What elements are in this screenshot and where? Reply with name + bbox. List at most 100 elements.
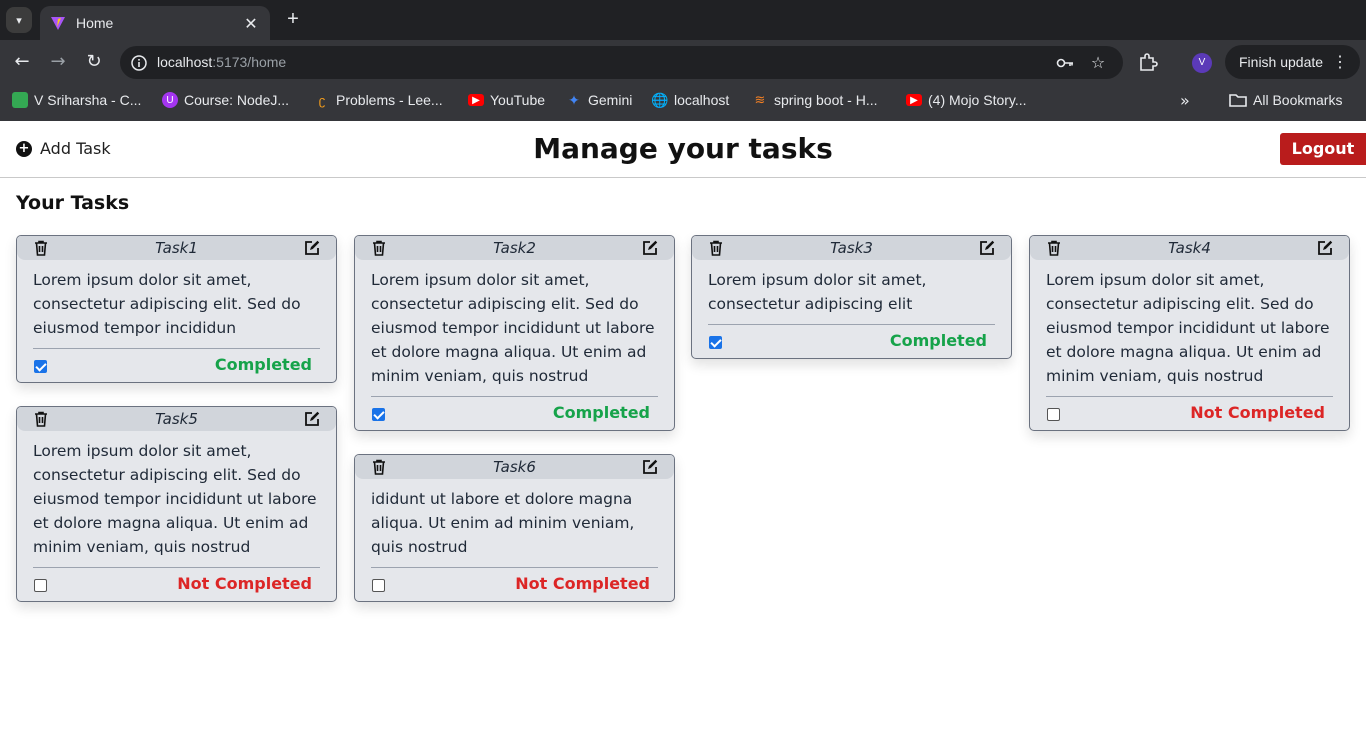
bookmark-item[interactable]: U Course: NodeJ...	[162, 92, 289, 108]
bookmark-label: Gemini	[588, 92, 633, 108]
active-tab[interactable]: Home ✕	[40, 6, 270, 40]
browser-toolbar: ← → ↻ localhost:5173/home ☆	[0, 40, 1366, 84]
bookmark-label: localhost	[674, 92, 730, 108]
edit-icon[interactable]	[304, 240, 320, 256]
close-icon[interactable]: ✕	[242, 14, 260, 33]
edit-icon[interactable]	[642, 459, 658, 475]
task-card-footer: Completed	[33, 348, 320, 382]
task-title: Task4	[1168, 239, 1211, 257]
vite-icon	[51, 17, 65, 30]
task-card: Task1 Lorem ipsum dolor sit amet, consec…	[16, 235, 337, 383]
task-card: Task6 ididunt ut labore et dolore magna …	[354, 454, 675, 602]
all-bookmarks-button[interactable]: All Bookmarks	[1229, 92, 1342, 108]
task-description: Lorem ipsum dolor sit amet, consectetur …	[33, 442, 317, 556]
task-card: Task4 Lorem ipsum dolor sit amet, consec…	[1029, 235, 1350, 431]
url-host: localhost	[157, 54, 213, 70]
task-card-footer: Completed	[371, 396, 658, 430]
edit-icon[interactable]	[642, 240, 658, 256]
task-card-header: Task4	[1030, 236, 1349, 260]
bookmark-label: spring boot - H...	[774, 92, 878, 108]
bookmark-item[interactable]: ✦ Gemini	[566, 91, 633, 109]
folder-icon	[1229, 94, 1247, 107]
leetcode-icon: ʗ	[318, 92, 326, 108]
star-icon[interactable]: ☆	[1088, 53, 1108, 73]
url-path: :5173/home	[212, 54, 287, 70]
task-card-footer: Not Completed	[33, 567, 320, 601]
page-title: Manage your tasks	[533, 132, 833, 165]
bookmark-item[interactable]: ʗ Problems - Lee...	[314, 92, 443, 108]
more-vert-icon[interactable]: ⋮	[1332, 52, 1348, 72]
forward-arrow-icon[interactable]: →	[46, 50, 70, 74]
edit-icon[interactable]	[1317, 240, 1333, 256]
finish-update-label: Finish update	[1239, 54, 1324, 70]
task-card: Task3 Lorem ipsum dolor sit amet, consec…	[691, 235, 1012, 359]
task-card-header: Task3	[692, 236, 1011, 260]
logout-button[interactable]: Logout	[1280, 133, 1366, 165]
task-status: Completed	[214, 355, 312, 374]
tab-title: Home	[76, 15, 114, 31]
edit-icon[interactable]	[304, 411, 320, 427]
chat-icon	[12, 92, 28, 108]
address-bar[interactable]: localhost:5173/home ☆	[120, 46, 1123, 79]
task-checkbox[interactable]	[1047, 408, 1060, 421]
edit-icon[interactable]	[979, 240, 995, 256]
task-card: Task5 Lorem ipsum dolor sit amet, consec…	[16, 406, 337, 602]
task-card-header: Task6	[355, 455, 674, 479]
tab-strip: ▾ Home ✕ +	[0, 0, 1366, 40]
add-task-button[interactable]: + Add Task	[16, 139, 111, 158]
task-status: Not Completed	[515, 574, 650, 593]
task-description: Lorem ipsum dolor sit amet, consectetur …	[371, 271, 655, 385]
task-title: Task5	[155, 410, 198, 428]
task-checkbox[interactable]	[709, 336, 722, 349]
task-checkbox[interactable]	[372, 408, 385, 421]
bookmark-item[interactable]: V Sriharsha - C...	[12, 92, 141, 108]
bookmark-label: Problems - Lee...	[336, 92, 443, 108]
task-status: Not Completed	[177, 574, 312, 593]
bookmark-item[interactable]: ▶ YouTube	[468, 92, 545, 108]
bookmark-label: YouTube	[490, 92, 546, 108]
reload-icon[interactable]: ↻	[82, 50, 106, 74]
bookmarks-bar: V Sriharsha - C... U Course: NodeJ... ʗ …	[0, 84, 1366, 121]
plus-circle-icon: +	[16, 140, 32, 157]
task-card-header: Task2	[355, 236, 674, 260]
task-card: Task2 Lorem ipsum dolor sit amet, consec…	[354, 235, 675, 431]
bookmark-item[interactable]: 🌐 localhost	[651, 91, 730, 109]
more-bookmarks-icon[interactable]: »	[1180, 91, 1190, 110]
back-arrow-icon[interactable]: ←	[10, 50, 34, 74]
bookmark-label: Course: NodeJ...	[184, 92, 290, 108]
task-description: Lorem ipsum dolor sit amet, consectetur …	[33, 271, 301, 337]
task-title: Task2	[493, 239, 536, 257]
bookmark-item[interactable]: ≋ spring boot - H...	[752, 92, 878, 108]
task-card-header: Task5	[17, 407, 336, 431]
task-status: Completed	[889, 331, 987, 350]
udemy-icon: U	[162, 92, 178, 108]
task-status: Not Completed	[1190, 403, 1325, 422]
finish-update-button[interactable]: Finish update ⋮	[1225, 45, 1360, 79]
youtube-icon: ▶	[468, 94, 484, 106]
add-task-label: Add Task	[40, 139, 111, 158]
tab-search-button[interactable]: ▾	[6, 7, 32, 33]
youtube-icon: ▶	[906, 94, 922, 106]
globe-icon: 🌐	[651, 91, 669, 108]
profile-avatar[interactable]: V	[1192, 53, 1212, 73]
task-description: Lorem ipsum dolor sit amet, consectetur …	[708, 271, 927, 313]
key-icon[interactable]	[1055, 53, 1075, 73]
task-title: Task6	[493, 458, 536, 476]
task-checkbox[interactable]	[372, 579, 385, 592]
bookmark-item[interactable]: ▶ (4) Mojo Story...	[906, 92, 1027, 108]
gemini-icon: ✦	[568, 91, 580, 108]
task-card-footer: Completed	[708, 324, 995, 358]
bookmark-label: V Sriharsha - C...	[34, 92, 142, 108]
puzzle-icon[interactable]	[1137, 52, 1159, 74]
new-tab-button[interactable]: +	[282, 8, 304, 31]
task-title: Task1	[155, 239, 198, 257]
task-card-footer: Not Completed	[371, 567, 658, 601]
url-text: localhost:5173/home	[157, 54, 286, 70]
task-checkbox[interactable]	[34, 579, 47, 592]
stackoverflow-icon: ≋	[754, 92, 766, 107]
site-info-icon[interactable]	[130, 54, 148, 72]
all-bookmarks-label: All Bookmarks	[1253, 92, 1343, 108]
task-title: Task3	[830, 239, 873, 257]
task-card-footer: Not Completed	[1046, 396, 1333, 430]
task-checkbox[interactable]	[34, 360, 47, 373]
